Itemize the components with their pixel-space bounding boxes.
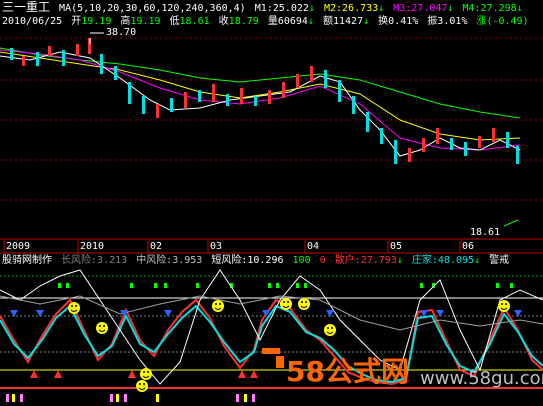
low-price-marker: 18.61 (470, 227, 501, 238)
time-label-02: 02 (150, 241, 163, 252)
time-label-03: 03 (210, 241, 223, 252)
chart-canvas[interactable] (0, 0, 543, 406)
mid-risk: 中风险:3.953 (136, 255, 203, 266)
time-label-2010: 2010 (80, 241, 105, 252)
short-risk: 短风险:10.296 (211, 255, 284, 266)
retail-value: 散户:27.793 (334, 255, 397, 266)
value-100: 100 (292, 255, 311, 266)
indicator-name: 股骑网制作 (2, 255, 52, 266)
bottom-signal-bars (6, 394, 255, 402)
alert-label: 警戒 (489, 255, 510, 266)
long-risk: 长风险:3.213 (61, 255, 128, 266)
time-label-05: 05 (390, 241, 403, 252)
watermark-url: www.58gu.com (420, 368, 543, 389)
watermark-logo (262, 348, 284, 368)
dealer-value: 庄家:48.095 (411, 255, 475, 266)
low-marker-line (503, 219, 519, 227)
dealer-arrow: ↓ (474, 255, 481, 266)
indicator-header: 股骑网制作 长风险:3.213 中风险:3.953 短风险:10.296 100… (2, 254, 509, 267)
indicator-green-ticks (58, 283, 513, 288)
time-label-06: 06 (462, 241, 475, 252)
price-grid (0, 37, 543, 201)
watermark-brand: 58公式网 (286, 355, 409, 388)
high-price-marker: 38.70 (106, 27, 137, 38)
time-label-2009: 2009 (6, 241, 31, 252)
value-0: 0 (319, 255, 326, 266)
ma-magenta-line (0, 49, 521, 151)
retail-arrow: ↓ (396, 255, 403, 266)
time-label-04: 04 (307, 241, 320, 252)
ma-green-line (0, 47, 521, 119)
